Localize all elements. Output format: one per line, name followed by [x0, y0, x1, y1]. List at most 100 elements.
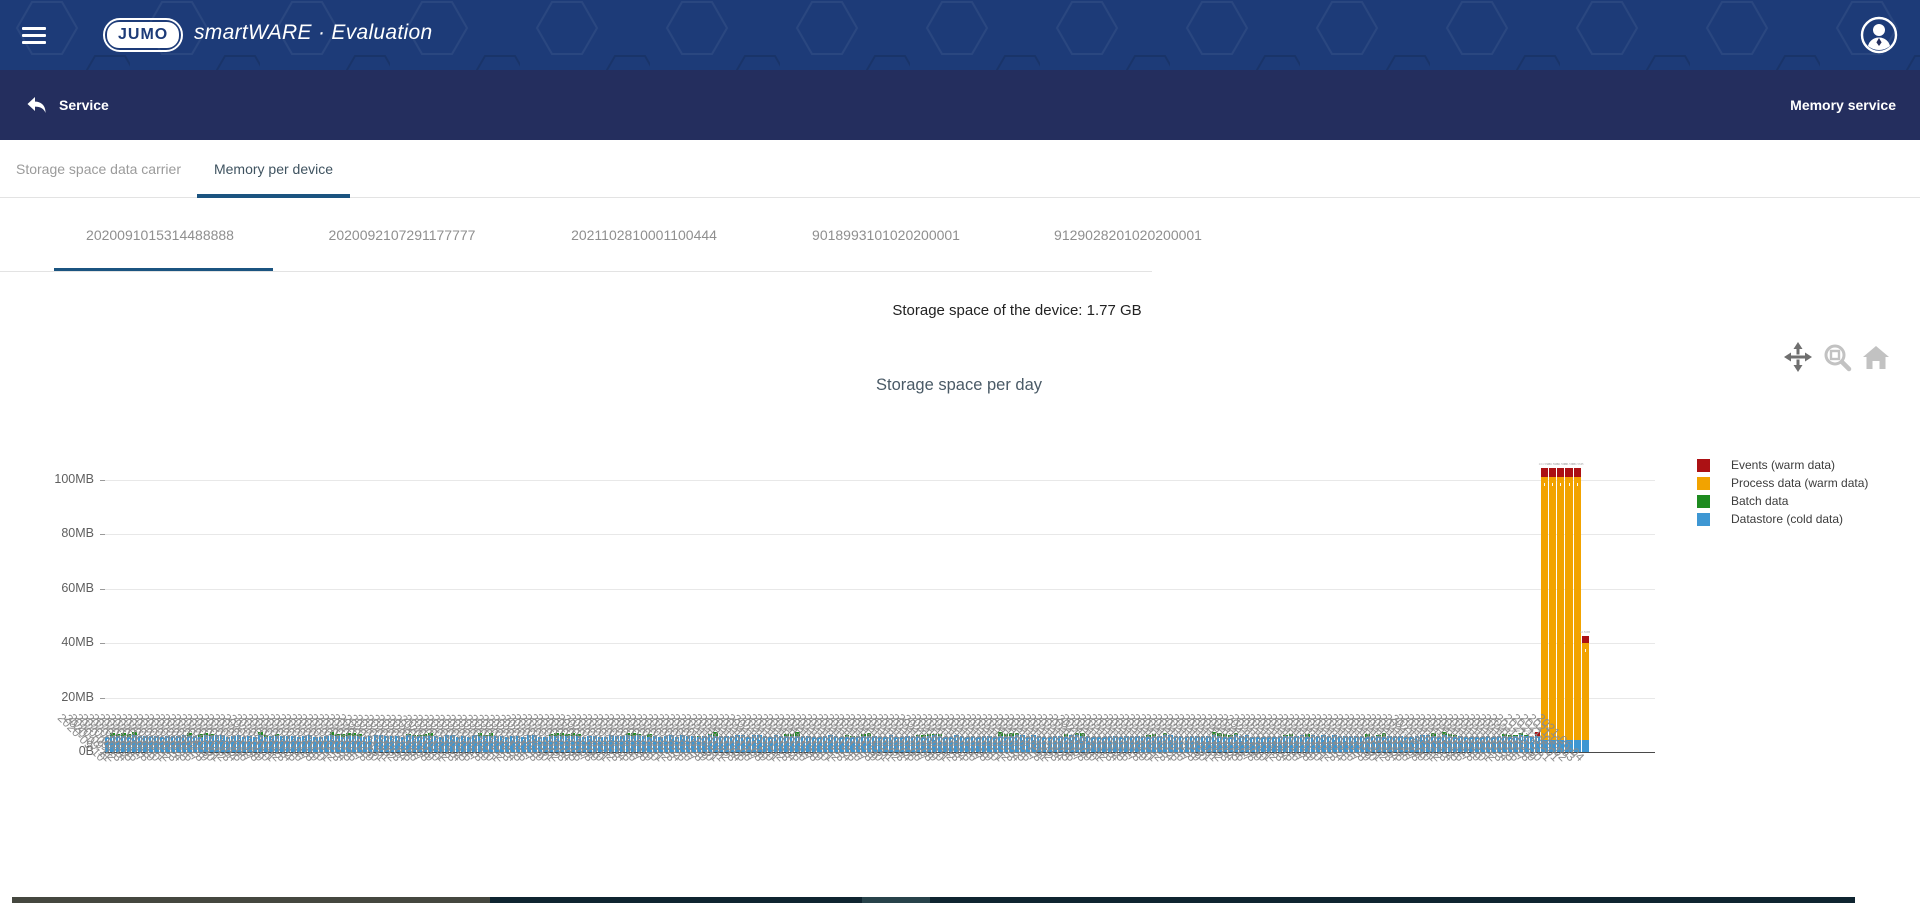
- bar[interactable]: 5.9MB: [1278, 442, 1282, 752]
- bar[interactable]: 5.9MB: [1201, 442, 1205, 752]
- bar[interactable]: 6.0MB: [1141, 442, 1145, 752]
- bar[interactable]: 5.6MB: [598, 442, 602, 752]
- bar[interactable]: 5.6MB: [543, 442, 547, 752]
- bar[interactable]: 5.9MB: [1415, 442, 1419, 752]
- bar[interactable]: 6.0MB: [1458, 442, 1462, 752]
- bar[interactable]: 6.2MB: [774, 442, 778, 752]
- bar[interactable]: 6.8MB: [1448, 442, 1452, 752]
- bar[interactable]: 5.9MB: [231, 442, 235, 752]
- bar[interactable]: 6.7MB: [1502, 442, 1506, 752]
- bar[interactable]: 5.9MB: [593, 442, 597, 752]
- bar[interactable]: 6.0MB: [324, 442, 328, 752]
- bar[interactable]: 6.0MB: [1108, 442, 1112, 752]
- bar[interactable]: 5.6MB: [401, 442, 405, 752]
- bar[interactable]: 5.9MB: [143, 442, 147, 752]
- bar[interactable]: 6.1MB: [220, 442, 224, 752]
- bar[interactable]: 6.1MB: [1058, 442, 1062, 752]
- bar[interactable]: 6.6MB: [1152, 442, 1156, 752]
- bar[interactable]: 5.6MB: [297, 442, 301, 752]
- bar[interactable]: 6.9MB: [110, 442, 114, 752]
- pan-icon[interactable]: [1783, 341, 1813, 373]
- bar[interactable]: 6.6MB: [565, 442, 569, 752]
- legend-item-batch-data[interactable]: Batch data: [1697, 492, 1868, 510]
- bar[interactable]: 6.3MB: [264, 442, 268, 752]
- bar[interactable]: 7.3MB: [998, 442, 1002, 752]
- bar[interactable]: 5.6MB: [456, 442, 460, 752]
- bar[interactable]: 5.7MB: [242, 442, 246, 752]
- bar[interactable]: 5.8MB: [587, 442, 591, 752]
- bar[interactable]: 5.9MB: [154, 442, 158, 752]
- bar[interactable]: 6.1MB: [1069, 442, 1073, 752]
- bar[interactable]: 6.3MB: [1376, 442, 1380, 752]
- box-zoom-icon[interactable]: [1822, 341, 1852, 373]
- bar[interactable]: 5.8MB: [286, 442, 290, 752]
- bar[interactable]: 5.5MB: [1261, 442, 1265, 752]
- bar[interactable]: 5.7MB: [1404, 442, 1408, 752]
- bar[interactable]: 5.8MB: [987, 442, 991, 752]
- bar[interactable]: 7.0MB: [428, 442, 432, 752]
- bar[interactable]: 6.6MB: [637, 442, 641, 752]
- bar[interactable]: 6.9MB: [1080, 442, 1084, 752]
- device-tab-9129028201020200001[interactable]: 9129028201020200001: [1012, 197, 1244, 272]
- bar[interactable]: 6.2MB: [845, 442, 849, 752]
- bar[interactable]: 6.0MB: [461, 442, 465, 752]
- bar[interactable]: 5.7MB: [839, 442, 843, 752]
- bar[interactable]: 6.1MB: [1327, 442, 1331, 752]
- bar[interactable]: 5.9MB: [730, 442, 734, 752]
- bar[interactable]: 5.9MB: [971, 442, 975, 752]
- legend-item-process-data-warm-data[interactable]: Process data (warm data): [1697, 474, 1868, 492]
- bar[interactable]: 6.0MB: [620, 442, 624, 752]
- bar[interactable]: 5.6MB: [105, 442, 109, 752]
- bar[interactable]: 6.0MB: [1113, 442, 1117, 752]
- bar[interactable]: 5.7MB: [521, 442, 525, 752]
- bar[interactable]: 5.7MB: [319, 442, 323, 752]
- bar[interactable]: 5.7MB: [1091, 442, 1095, 752]
- bar[interactable]: 5.9MB: [982, 442, 986, 752]
- bar[interactable]: 5.8MB: [823, 442, 827, 752]
- bar[interactable]: 6.8MB: [790, 442, 794, 752]
- bar[interactable]: 7.1MB: [1009, 442, 1013, 752]
- bar[interactable]: 5.6MB: [467, 442, 471, 752]
- bar[interactable]: 7.1MB: [1163, 442, 1167, 752]
- bar[interactable]: 6.9MB: [1234, 442, 1238, 752]
- bar[interactable]: 6.6MB: [549, 442, 553, 752]
- bar[interactable]: 7.3MB: [795, 442, 799, 752]
- bar[interactable]: 5.5MB: [226, 442, 230, 752]
- bar[interactable]: 5.8MB: [642, 442, 646, 752]
- bar[interactable]: 5.5MB: [160, 442, 164, 752]
- bar[interactable]: 6.7MB: [927, 442, 931, 752]
- bar[interactable]: 7.0MB: [187, 442, 191, 752]
- bar[interactable]: 5.8MB: [280, 442, 284, 752]
- bar[interactable]: 5.6MB: [1042, 442, 1046, 752]
- bar[interactable]: 6.1MB: [182, 442, 186, 752]
- bar[interactable]: 6.5MB: [423, 442, 427, 752]
- bar[interactable]: 7.1MB: [1015, 442, 1019, 752]
- bar[interactable]: 6.0MB: [697, 442, 701, 752]
- bar[interactable]: 7.1MB: [478, 442, 482, 752]
- bar[interactable]: 5.8MB: [176, 442, 180, 752]
- bar[interactable]: 5.7MB: [439, 442, 443, 752]
- bar[interactable]: 104.5MB: [1549, 442, 1556, 752]
- back-arrow-icon[interactable]: [25, 93, 49, 117]
- bar[interactable]: 6.7MB: [932, 442, 936, 752]
- bar[interactable]: 6.1MB: [1168, 442, 1172, 752]
- bar[interactable]: 6.6MB: [1305, 442, 1309, 752]
- bar[interactable]: 5.5MB: [976, 442, 980, 752]
- bar[interactable]: 5.8MB: [1053, 442, 1057, 752]
- bar[interactable]: 6.9MB: [1519, 442, 1523, 752]
- bar[interactable]: 6.0MB: [1316, 442, 1320, 752]
- bar[interactable]: 5.6MB: [965, 442, 969, 752]
- bar[interactable]: 6.7MB: [647, 442, 651, 752]
- bar[interactable]: 7.3MB: [330, 442, 334, 752]
- bar[interactable]: 42.5MB: [1582, 442, 1589, 752]
- bar[interactable]: 7.0MB: [626, 442, 630, 752]
- bar[interactable]: 6.0MB: [686, 442, 690, 752]
- bar[interactable]: 6.5MB: [1223, 442, 1227, 752]
- bar[interactable]: 5.7MB: [1272, 442, 1276, 752]
- bar[interactable]: 6.0MB: [138, 442, 142, 752]
- bar[interactable]: 6.4MB: [1524, 442, 1528, 752]
- bar[interactable]: 5.8MB: [368, 442, 372, 752]
- bar[interactable]: 5.9MB: [1371, 442, 1375, 752]
- bar[interactable]: 6.7MB: [708, 442, 712, 752]
- bar[interactable]: 6.0MB: [510, 442, 514, 752]
